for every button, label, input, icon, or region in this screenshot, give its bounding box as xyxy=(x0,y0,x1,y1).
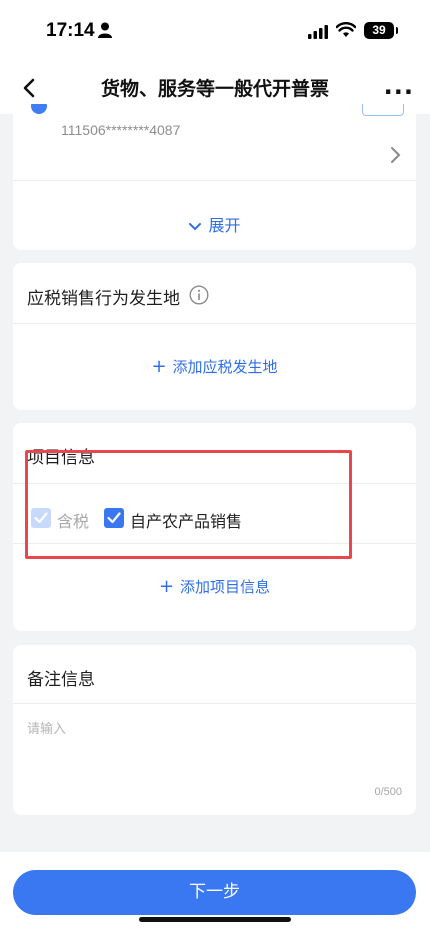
plus-icon: + xyxy=(151,356,167,377)
annotation-highlight-box xyxy=(25,450,352,559)
chevron-right-icon[interactable] xyxy=(390,146,402,168)
location-card: 应税销售行为发生地 + 添加应税发生地 xyxy=(13,263,416,410)
divider xyxy=(13,703,416,704)
plus-icon: + xyxy=(158,576,175,597)
status-time: 17:14 xyxy=(46,20,95,41)
tag-box xyxy=(362,104,404,116)
page-title: 货物、服务等一般代开普票 xyxy=(100,78,329,100)
remarks-card: 备注信息 请输入 0/500 xyxy=(13,645,416,815)
info-icon[interactable] xyxy=(189,285,209,309)
account-card: 111506********4087 展开 xyxy=(13,104,416,250)
more-options-button[interactable]: ... xyxy=(384,72,414,100)
divider xyxy=(13,323,416,324)
add-location-label: 添加应税发生地 xyxy=(172,358,278,376)
next-step-button[interactable]: 下一步 xyxy=(13,870,416,915)
add-item-label: 添加项目信息 xyxy=(180,578,271,596)
add-location-button[interactable]: + 添加应税发生地 xyxy=(13,356,416,377)
location-title: 应税销售行为发生地 xyxy=(27,289,180,309)
expand-button[interactable]: 展开 xyxy=(13,212,416,236)
account-number: 111506********4087 xyxy=(61,122,181,138)
remarks-input[interactable]: 请输入 xyxy=(27,718,66,737)
home-indicator xyxy=(139,917,291,922)
char-counter: 0/500 xyxy=(374,786,402,798)
remarks-title: 备注信息 xyxy=(27,670,95,690)
wifi-icon xyxy=(335,22,357,42)
chevron-down-icon xyxy=(188,217,202,236)
person-icon xyxy=(98,22,112,42)
expand-label: 展开 xyxy=(208,216,241,235)
battery-icon: 39 xyxy=(364,22,398,39)
radio-selected-icon xyxy=(31,104,47,114)
cellular-signal-icon xyxy=(308,24,328,43)
add-item-button[interactable]: + 添加项目信息 xyxy=(13,576,416,597)
status-bar: 17:14 39 xyxy=(0,0,430,62)
divider xyxy=(13,180,416,181)
